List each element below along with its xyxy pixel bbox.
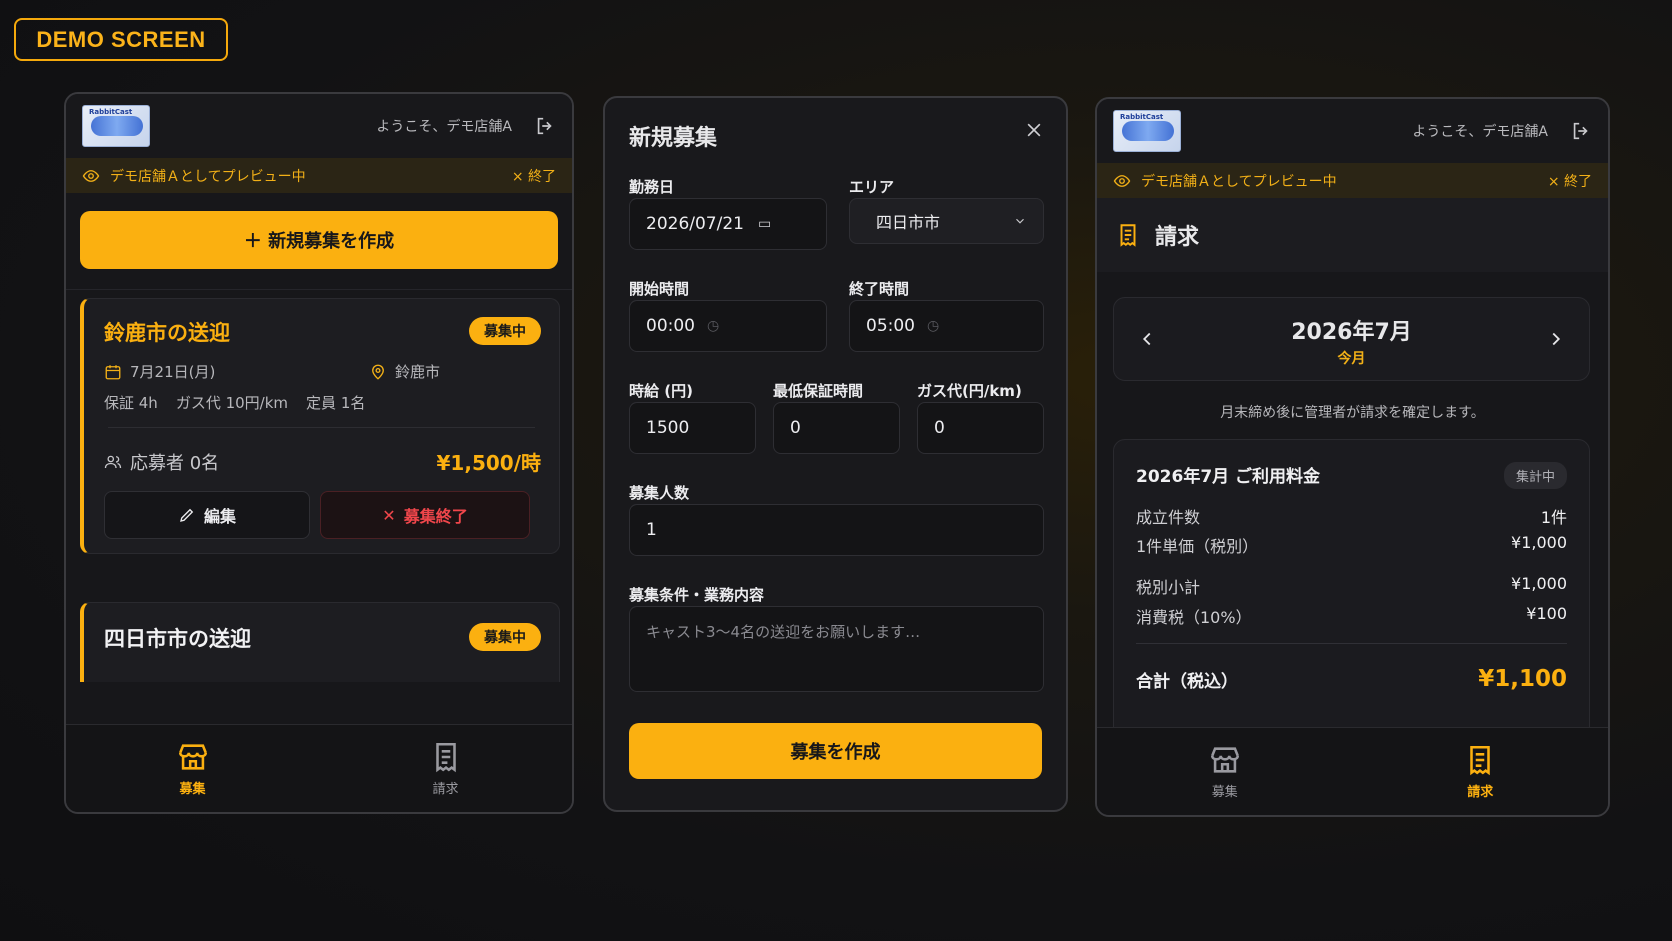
close-job-button[interactable]: ✕ 募集終了 <box>320 491 530 539</box>
close-icon[interactable] <box>1024 120 1044 140</box>
month-label: 2026年7月 <box>1291 320 1412 345</box>
logout-icon[interactable] <box>534 115 556 137</box>
area-select[interactable]: 四日市市 <box>849 198 1044 244</box>
eye-icon <box>1113 174 1131 187</box>
billing-note: 月末締め後に管理者が請求を確定します。 <box>1220 405 1485 421</box>
work-date-label: 勤務日 <box>629 178 675 196</box>
job-conditions: 保証 4h ガス代 10円/km 定員 1名 <box>104 394 366 412</box>
area-label: エリア <box>849 178 895 196</box>
header-bar: RabbitCast ようこそ、デモ店舗A <box>1097 99 1608 163</box>
status-badge: 募集中 <box>469 317 541 345</box>
preview-end-button[interactable]: × 終了 <box>512 166 556 186</box>
preview-end-button[interactable]: × 終了 <box>1548 171 1592 191</box>
summary-row: 税別小計 ¥1,000 <box>1136 574 1567 597</box>
applicants: 応募者 0名 <box>104 449 219 475</box>
job-card[interactable]: 四日市市の送迎 募集中 <box>80 602 560 682</box>
nav-billing[interactable]: 請求 <box>1353 728 1609 815</box>
summary-row: 消費税（10%） ¥100 <box>1136 604 1567 627</box>
preview-bar: デモ店舗Ａとしてプレビュー中 × 終了 <box>66 158 572 193</box>
job-area: 鈴鹿市 <box>369 361 440 382</box>
chevron-right-icon[interactable] <box>1545 328 1567 350</box>
billing-header: 請求 <box>1097 198 1608 272</box>
eye-icon <box>82 169 100 182</box>
job-title: 四日市市の送迎 <box>104 627 251 651</box>
gas-label: ガス代(円/km) <box>917 382 1022 400</box>
modal-title: 新規募集 <box>629 126 718 151</box>
calendar-icon: ▭ <box>757 216 772 232</box>
min-hours-input[interactable]: 0 <box>773 402 900 454</box>
end-time-label: 終了時間 <box>849 280 910 298</box>
card-divider <box>108 427 535 428</box>
nav-recruit[interactable]: 募集 <box>1097 728 1353 815</box>
summary-row: 成立件数 1件 <box>1136 508 1567 527</box>
total-row: 合計（税込） ¥1,100 <box>1136 666 1567 692</box>
clock-icon: ◷ <box>927 318 940 334</box>
summary-row: 1件単価（税別） ¥1,000 <box>1136 533 1567 556</box>
month-selector: 2026年7月 今月 <box>1113 297 1590 381</box>
receipt-icon <box>1470 745 1491 776</box>
preview-text: デモ店舗Ａとしてプレビュー中 <box>1141 173 1337 190</box>
preview-bar: デモ店舗Ａとしてプレビュー中 × 終了 <box>1097 163 1608 198</box>
count-input[interactable]: 1 <box>629 504 1044 556</box>
store-icon <box>178 744 207 770</box>
nav-recruit[interactable]: 募集 <box>66 725 319 812</box>
min-hours-label: 最低保証時間 <box>773 382 864 400</box>
pencil-icon <box>180 508 194 522</box>
gas-input[interactable]: 0 <box>917 402 1044 454</box>
nav-billing[interactable]: 請求 <box>319 725 572 812</box>
status-badge: 集計中 <box>1503 462 1567 489</box>
header-bar: RabbitCast ようこそ、デモ店舗A <box>66 94 572 158</box>
store-icon <box>1210 747 1239 773</box>
conditions-textarea[interactable]: キャスト3〜4名の送迎をお願いします… <box>629 606 1044 692</box>
listing-panel: RabbitCast ようこそ、デモ店舗A デモ店舗Ａとしてプレビュー中 × 終… <box>64 92 574 814</box>
logout-icon[interactable] <box>1570 120 1592 142</box>
count-label: 募集人数 <box>629 484 690 502</box>
welcome-text: ようこそ、デモ店舗A <box>1412 124 1548 140</box>
welcome-text: ようこそ、デモ店舗A <box>376 119 512 135</box>
users-icon <box>104 455 122 469</box>
divider <box>66 289 572 290</box>
conditions-label: 募集条件・業務内容 <box>629 586 765 604</box>
hourly-wage: ¥1,500/時 <box>436 451 541 475</box>
bottom-nav: 募集 請求 <box>66 724 572 812</box>
divider <box>1136 643 1567 644</box>
demo-screen-badge: DEMO SCREEN <box>14 18 228 61</box>
receipt-icon <box>1120 224 1136 247</box>
job-date: 7月21日(月) <box>104 361 215 382</box>
calendar-icon <box>105 364 121 379</box>
wage-input[interactable]: 1500 <box>629 402 756 454</box>
wage-label: 時給 (円) <box>629 382 693 400</box>
end-time-input[interactable]: 05:00 ◷ <box>849 300 1044 352</box>
x-icon: ✕ <box>382 505 396 525</box>
job-title: 鈴鹿市の送迎 <box>104 321 230 345</box>
new-job-modal: 新規募集 勤務日 2026/07/21 ▭ エリア 四日市市 開始時間 00:0… <box>603 96 1068 812</box>
status-badge: 募集中 <box>469 623 541 651</box>
billing-title: 請求 <box>1155 225 1200 250</box>
submit-job-button[interactable]: 募集を作成 <box>629 723 1042 779</box>
preview-text: デモ店舗Ａとしてプレビュー中 <box>110 168 306 185</box>
clock-icon: ◷ <box>707 318 720 334</box>
store-logo: RabbitCast <box>82 105 150 147</box>
summary-header: 2026年7月 ご利用料金 集計中 <box>1136 462 1567 489</box>
chevron-down-icon <box>1016 218 1024 224</box>
billing-summary: 2026年7月 ご利用料金 集計中 成立件数 1件 1件単価（税別） ¥1,000 … <box>1113 439 1590 739</box>
billing-panel: RabbitCast ようこそ、デモ店舗A デモ店舗Ａとしてプレビュー中 × 終… <box>1095 97 1610 817</box>
job-card[interactable]: 鈴鹿市の送迎 募集中 7月21日(月) 鈴鹿市 保証 4h ガス代 10円/km… <box>80 298 560 554</box>
current-month-label: 今月 <box>1337 351 1366 367</box>
create-job-button[interactable]: ＋ 新規募集を作成 <box>80 211 558 269</box>
map-pin-icon <box>372 364 384 380</box>
work-date-input[interactable]: 2026/07/21 ▭ <box>629 198 827 250</box>
start-time-input[interactable]: 00:00 ◷ <box>629 300 827 352</box>
receipt-icon <box>435 742 456 773</box>
bottom-nav: 募集 請求 <box>1097 727 1608 815</box>
store-logo: RabbitCast <box>1113 110 1181 152</box>
edit-button[interactable]: 編集 <box>104 491 310 539</box>
start-time-label: 開始時間 <box>629 280 690 298</box>
